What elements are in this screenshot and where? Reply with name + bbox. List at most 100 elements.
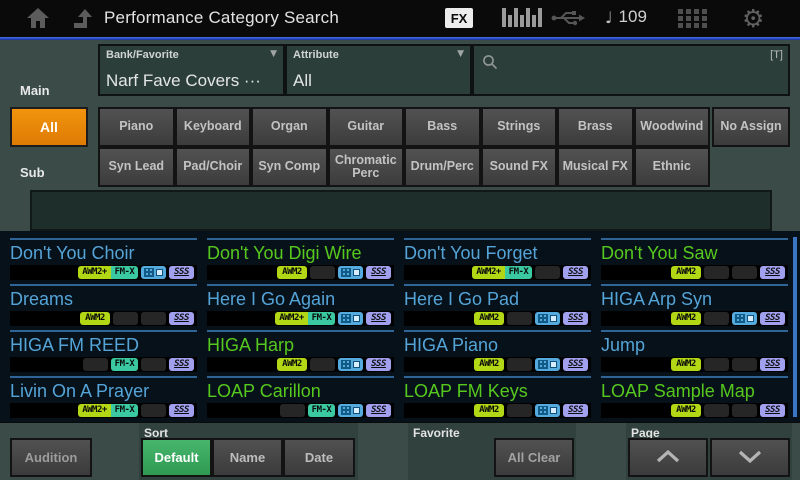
category-drum-perc-button[interactable]: Drum/Perc xyxy=(404,147,481,187)
page-title: Performance Category Search xyxy=(104,8,340,27)
performance-item[interactable]: Don't You Digi Wire AWM2 SSS xyxy=(207,238,394,284)
empty-badge-slot xyxy=(141,312,166,325)
performance-item[interactable]: Here I Go Pad AWM2 SSS xyxy=(404,284,591,330)
sss-badge: SSS xyxy=(169,266,194,279)
empty-badge-slot xyxy=(141,358,166,371)
category-row-1: Piano Keyboard Organ Guitar Bass Strings Brass… xyxy=(98,107,710,147)
top-bar: Performance Category Search FX ♩ 109 ⚙ xyxy=(0,0,800,37)
performance-item[interactable]: HIGA Piano AWM2 SSS xyxy=(404,330,591,376)
performance-item[interactable]: Don't You Choir AWM2+ FM-X SSS xyxy=(10,238,197,284)
sss-badge: SSS xyxy=(366,358,391,371)
search-input[interactable]: [T] xyxy=(472,44,790,96)
performance-name: HIGA Harp xyxy=(207,335,295,355)
chevron-down-icon xyxy=(736,449,764,466)
performance-item[interactable]: HIGA FM REED FM-X SSS xyxy=(10,330,197,376)
home-icon[interactable] xyxy=(26,7,50,34)
category-ethnic-button[interactable]: Ethnic xyxy=(633,147,710,187)
dropdown-arrow-icon: ▼ xyxy=(270,49,277,59)
category-bass-button[interactable]: Bass xyxy=(404,107,481,147)
favorite-all-clear-button[interactable]: All Clear xyxy=(494,438,574,477)
empty-badge-slot xyxy=(704,312,729,325)
search-icon xyxy=(482,54,498,75)
awm2-badge: AWM2 xyxy=(474,358,504,371)
performance-item[interactable]: Don't You Saw AWM2 SSS xyxy=(601,238,788,284)
sort-name-button[interactable]: Name xyxy=(212,438,283,477)
performance-name: Jump xyxy=(601,335,646,355)
performance-item[interactable]: Livin On A Prayer AWM2+ FM-X SSS xyxy=(10,376,197,422)
category-syn-comp-button[interactable]: Syn Comp xyxy=(251,147,328,187)
performance-item[interactable]: HIGA Harp AWM2 SSS xyxy=(207,330,394,376)
bank-favorite-label: Bank/Favorite xyxy=(106,49,179,61)
category-woodwind-button[interactable]: Woodwind xyxy=(633,107,710,147)
empty-badge-slot xyxy=(704,266,729,279)
awm2-badge: AWM2 xyxy=(671,266,701,279)
fx-indicator[interactable]: FX xyxy=(445,8,473,28)
badge-bar: AWM2 SSS xyxy=(10,311,197,326)
category-musical-fx-button[interactable]: Musical FX xyxy=(557,147,634,187)
category-strings-button[interactable]: Strings xyxy=(480,107,557,147)
bank-favorite-select[interactable]: Bank/Favorite ▼ Narf Fave Covers ··· xyxy=(98,44,285,96)
badge-bar: AWM2 SSS xyxy=(404,357,591,372)
performance-item[interactable]: Dreams AWM2 SSS xyxy=(10,284,197,330)
fmx-badge: FM-X xyxy=(505,266,532,279)
sss-badge: SSS xyxy=(563,266,588,279)
sort-date-button[interactable]: Date xyxy=(283,438,355,477)
performance-name: Don't You Forget xyxy=(404,243,538,263)
performance-item[interactable]: LOAP Sample Map AWM2 SSS xyxy=(601,376,788,422)
sss-badge: SSS xyxy=(563,358,588,371)
keyboard-icon[interactable] xyxy=(502,8,544,33)
empty-badge-slot xyxy=(83,358,108,371)
category-no-assign-button[interactable]: No Assign xyxy=(712,107,790,147)
sss-badge: SSS xyxy=(169,358,194,371)
awm2-badge: AWM2+ xyxy=(78,266,111,279)
category-guitar-button[interactable]: Guitar xyxy=(327,107,404,147)
attribute-select[interactable]: Attribute ▼ All xyxy=(285,44,472,96)
sss-badge: SSS xyxy=(760,266,785,279)
performance-name: Livin On A Prayer xyxy=(10,381,150,401)
performance-item[interactable]: Here I Go Again AWM2+ FM-X SSS xyxy=(207,284,394,330)
attribute-value: All xyxy=(293,71,312,90)
category-all-button[interactable]: All xyxy=(10,107,88,147)
performance-name: Dreams xyxy=(10,289,74,309)
performance-name: Don't You Choir xyxy=(10,243,135,263)
settings-gear-icon[interactable]: ⚙ xyxy=(742,2,764,35)
category-pad-choir-button[interactable]: Pad/Choir xyxy=(174,147,251,187)
category-brass-button[interactable]: Brass xyxy=(557,107,634,147)
awm2-badge: AWM2+ xyxy=(472,266,505,279)
category-keyboard-button[interactable]: Keyboard xyxy=(174,107,251,147)
matrix-pads-icon[interactable] xyxy=(678,9,708,34)
empty-badge-slot xyxy=(310,266,335,279)
empty-badge-slot xyxy=(704,404,729,417)
performance-item[interactable]: HIGA Arp Syn AWM2 SSS xyxy=(601,284,788,330)
sort-default-button[interactable]: Default xyxy=(141,438,212,477)
performance-item[interactable]: Jump AWM2 SSS xyxy=(601,330,788,376)
badge-bar: FM-X SSS xyxy=(10,357,197,372)
dropdown-arrow-icon: ▼ xyxy=(457,49,464,59)
sss-badge: SSS xyxy=(760,404,785,417)
badge-bar: AWM2 SSS xyxy=(601,265,788,280)
exit-up-icon[interactable] xyxy=(70,7,94,34)
category-row-2: Syn Lead Pad/Choir Syn Comp Chromatic Perc D… xyxy=(98,147,710,187)
list-scrollbar[interactable] xyxy=(793,237,797,417)
performance-name: HIGA Piano xyxy=(404,335,499,355)
category-chromatic-perc-button[interactable]: Chromatic Perc xyxy=(327,147,404,187)
badge-bar: AWM2 SSS xyxy=(404,311,591,326)
category-organ-button[interactable]: Organ xyxy=(251,107,328,147)
performance-item[interactable]: Don't You Forget AWM2+ FM-X SSS xyxy=(404,238,591,284)
tempo-display[interactable]: ♩ 109 xyxy=(605,7,647,27)
sss-badge: SSS xyxy=(366,266,391,279)
badge-bar: AWM2 SSS xyxy=(601,357,788,372)
category-syn-lead-button[interactable]: Syn Lead xyxy=(98,147,175,187)
sss-badge: SSS xyxy=(563,404,588,417)
performance-name: HIGA FM REED xyxy=(10,335,140,355)
performance-item[interactable]: LOAP Carillon FM-X SSS xyxy=(207,376,394,422)
awm2-badge: AWM2+ xyxy=(78,404,111,417)
page-up-button[interactable] xyxy=(628,438,708,477)
fmx-badge: FM-X xyxy=(111,404,138,417)
page-down-button[interactable] xyxy=(710,438,790,477)
audition-button[interactable]: Audition xyxy=(10,438,92,477)
category-piano-button[interactable]: Piano xyxy=(98,107,175,147)
performance-item[interactable]: LOAP FM Keys AWM2 SSS xyxy=(404,376,591,422)
sss-badge: SSS xyxy=(169,312,194,325)
category-sound-fx-button[interactable]: Sound FX xyxy=(480,147,557,187)
